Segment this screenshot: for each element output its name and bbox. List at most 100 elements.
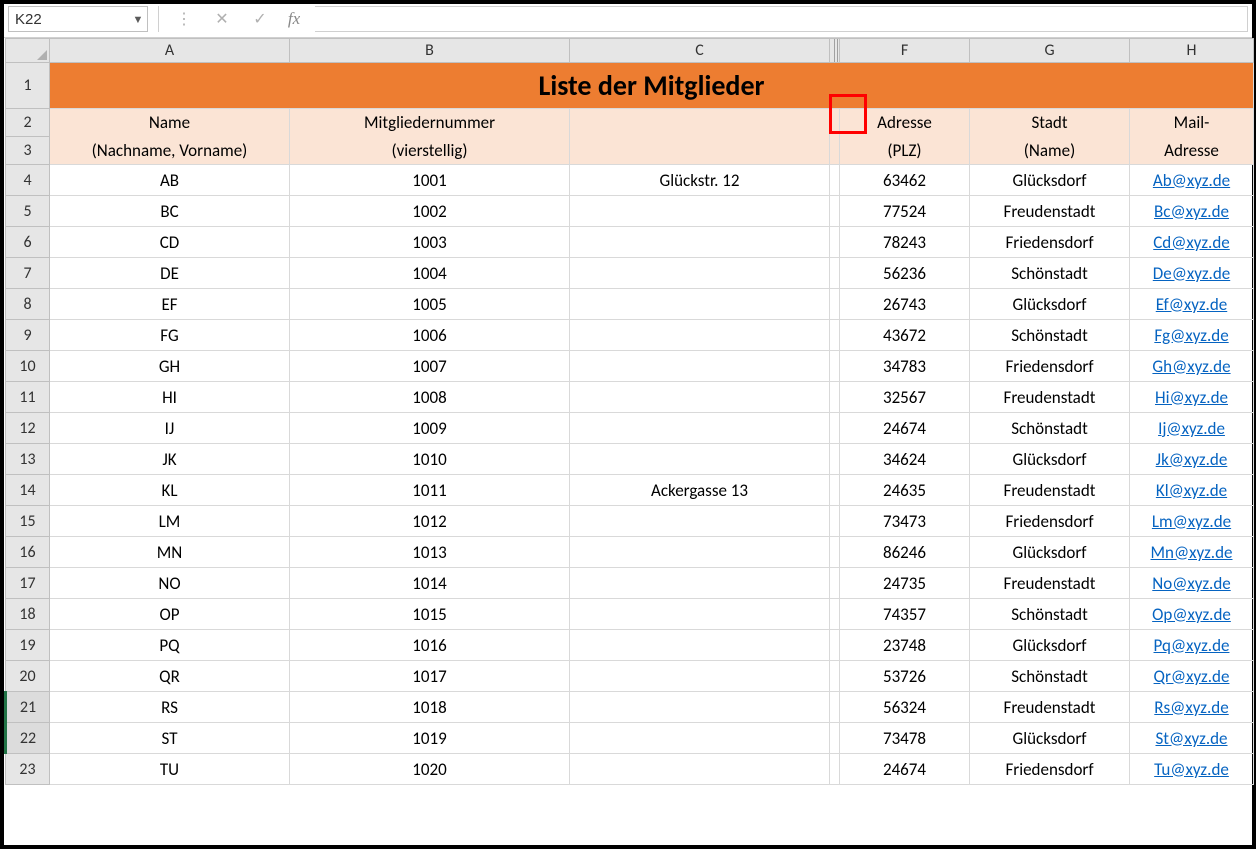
table-row[interactable]: 12 IJ 1009 24674 Schönstadt Ij@xyz.de bbox=[6, 413, 1254, 444]
cell-hidden[interactable] bbox=[830, 506, 840, 537]
formula-input[interactable] bbox=[315, 6, 1248, 32]
hdr-city[interactable]: Stadt bbox=[970, 109, 1130, 137]
cell-city[interactable]: Schönstadt bbox=[970, 258, 1130, 289]
cell-name[interactable]: JK bbox=[50, 444, 290, 475]
cell-number[interactable]: 1006 bbox=[290, 320, 570, 351]
cell-hidden[interactable] bbox=[830, 444, 840, 475]
cell-plz[interactable]: 34783 bbox=[840, 351, 970, 382]
mail-link[interactable]: Gh@xyz.de bbox=[1152, 356, 1230, 377]
cell-city[interactable]: Schönstadt bbox=[970, 661, 1130, 692]
cell-mail[interactable]: Jk@xyz.de bbox=[1130, 444, 1254, 475]
cell-hidden[interactable] bbox=[830, 413, 840, 444]
cell-plz[interactable]: 77524 bbox=[840, 196, 970, 227]
table-row[interactable]: 10 GH 1007 34783 Friedensdorf Gh@xyz.de bbox=[6, 351, 1254, 382]
cell-street[interactable] bbox=[570, 382, 830, 413]
cell-name[interactable]: LM bbox=[50, 506, 290, 537]
cell-hidden[interactable] bbox=[830, 196, 840, 227]
cell-plz[interactable]: 63462 bbox=[840, 165, 970, 196]
mail-link[interactable]: Tu@xyz.de bbox=[1154, 759, 1229, 780]
col-header-F[interactable]: F bbox=[840, 39, 970, 63]
cell-street[interactable] bbox=[570, 320, 830, 351]
hdr2-address[interactable]: (PLZ) bbox=[840, 137, 970, 165]
cell-hidden[interactable] bbox=[830, 661, 840, 692]
hdr-number[interactable]: Mitgliedernummer bbox=[290, 109, 570, 137]
row-header-22[interactable]: 22 bbox=[6, 723, 50, 754]
cell-street[interactable] bbox=[570, 754, 830, 785]
spreadsheet-grid[interactable]: A B C F G H 1 Liste der Mitglieder 2 Nam… bbox=[4, 38, 1254, 785]
mail-link[interactable]: Qr@xyz.de bbox=[1154, 666, 1230, 687]
table-row[interactable]: 16 MN 1013 86246 Glücksdorf Mn@xyz.de bbox=[6, 537, 1254, 568]
cell-street[interactable] bbox=[570, 444, 830, 475]
hdr2-hidden[interactable] bbox=[830, 137, 840, 165]
table-row[interactable]: 7 DE 1004 56236 Schönstadt De@xyz.de bbox=[6, 258, 1254, 289]
cell-number[interactable]: 1003 bbox=[290, 227, 570, 258]
cell-city[interactable]: Schönstadt bbox=[970, 413, 1130, 444]
table-row[interactable]: 18 OP 1015 74357 Schönstadt Op@xyz.de bbox=[6, 599, 1254, 630]
cell-city[interactable]: Freudenstadt bbox=[970, 196, 1130, 227]
cell-name[interactable]: ST bbox=[50, 723, 290, 754]
cell-name[interactable]: TU bbox=[50, 754, 290, 785]
cell-name[interactable]: RS bbox=[50, 692, 290, 723]
cell-city[interactable]: Freudenstadt bbox=[970, 692, 1130, 723]
cell-street[interactable] bbox=[570, 599, 830, 630]
row-header-5[interactable]: 5 bbox=[6, 196, 50, 227]
cell-hidden[interactable] bbox=[830, 475, 840, 506]
cell-plz[interactable]: 73478 bbox=[840, 723, 970, 754]
cell-city[interactable]: Friedensdorf bbox=[970, 351, 1130, 382]
cell-mail[interactable]: Fg@xyz.de bbox=[1130, 320, 1254, 351]
cell-mail[interactable]: Lm@xyz.de bbox=[1130, 506, 1254, 537]
mail-link[interactable]: Bc@xyz.de bbox=[1154, 201, 1229, 222]
vertical-dots-icon[interactable]: ⋮ bbox=[165, 6, 203, 32]
cell-city[interactable]: Freudenstadt bbox=[970, 475, 1130, 506]
cell-number[interactable]: 1002 bbox=[290, 196, 570, 227]
cell-plz[interactable]: 56324 bbox=[840, 692, 970, 723]
cell-street[interactable] bbox=[570, 568, 830, 599]
sheet-title[interactable]: Liste der Mitglieder bbox=[50, 63, 1254, 109]
cell-hidden[interactable] bbox=[830, 289, 840, 320]
cell-name[interactable]: NO bbox=[50, 568, 290, 599]
cell-name[interactable]: DE bbox=[50, 258, 290, 289]
hdr-name[interactable]: Name bbox=[50, 109, 290, 137]
cell-number[interactable]: 1012 bbox=[290, 506, 570, 537]
col-header-H[interactable]: H bbox=[1130, 39, 1254, 63]
hdr2-name[interactable]: (Nachname, Vorname) bbox=[50, 137, 290, 165]
row-header-7[interactable]: 7 bbox=[6, 258, 50, 289]
hdr2-number[interactable]: (vierstellig) bbox=[290, 137, 570, 165]
cell-mail[interactable]: Cd@xyz.de bbox=[1130, 227, 1254, 258]
row-header-8[interactable]: 8 bbox=[6, 289, 50, 320]
cell-plz[interactable]: 24674 bbox=[840, 413, 970, 444]
row-header-11[interactable]: 11 bbox=[6, 382, 50, 413]
cell-street[interactable]: Ackergasse 13 bbox=[570, 475, 830, 506]
cell-number[interactable]: 1001 bbox=[290, 165, 570, 196]
cell-plz[interactable]: 53726 bbox=[840, 661, 970, 692]
cell-number[interactable]: 1014 bbox=[290, 568, 570, 599]
cell-city[interactable]: Glücksdorf bbox=[970, 723, 1130, 754]
cell-street[interactable] bbox=[570, 692, 830, 723]
cell-mail[interactable]: Bc@xyz.de bbox=[1130, 196, 1254, 227]
cell-name[interactable]: GH bbox=[50, 351, 290, 382]
cell-number[interactable]: 1011 bbox=[290, 475, 570, 506]
cell-number[interactable]: 1017 bbox=[290, 661, 570, 692]
cell-plz[interactable]: 74357 bbox=[840, 599, 970, 630]
hdr-hidden[interactable] bbox=[830, 109, 840, 137]
table-row[interactable]: 15 LM 1012 73473 Friedensdorf Lm@xyz.de bbox=[6, 506, 1254, 537]
mail-link[interactable]: No@xyz.de bbox=[1152, 573, 1230, 594]
table-row[interactable]: 9 FG 1006 43672 Schönstadt Fg@xyz.de bbox=[6, 320, 1254, 351]
cancel-icon[interactable]: ✕ bbox=[203, 6, 241, 32]
cell-plz[interactable]: 86246 bbox=[840, 537, 970, 568]
row-header-16[interactable]: 16 bbox=[6, 537, 50, 568]
col-header-C[interactable]: C bbox=[570, 39, 830, 63]
cell-city[interactable]: Schönstadt bbox=[970, 320, 1130, 351]
mail-link[interactable]: Ab@xyz.de bbox=[1153, 170, 1230, 191]
cell-plz[interactable]: 43672 bbox=[840, 320, 970, 351]
confirm-icon[interactable]: ✓ bbox=[241, 6, 279, 32]
cell-name[interactable]: QR bbox=[50, 661, 290, 692]
cell-name[interactable]: AB bbox=[50, 165, 290, 196]
cell-name[interactable]: EF bbox=[50, 289, 290, 320]
cell-city[interactable]: Freudenstadt bbox=[970, 568, 1130, 599]
cell-hidden[interactable] bbox=[830, 537, 840, 568]
cell-mail[interactable]: Kl@xyz.de bbox=[1130, 475, 1254, 506]
cell-mail[interactable]: No@xyz.de bbox=[1130, 568, 1254, 599]
cell-name[interactable]: HI bbox=[50, 382, 290, 413]
cell-plz[interactable]: 34624 bbox=[840, 444, 970, 475]
